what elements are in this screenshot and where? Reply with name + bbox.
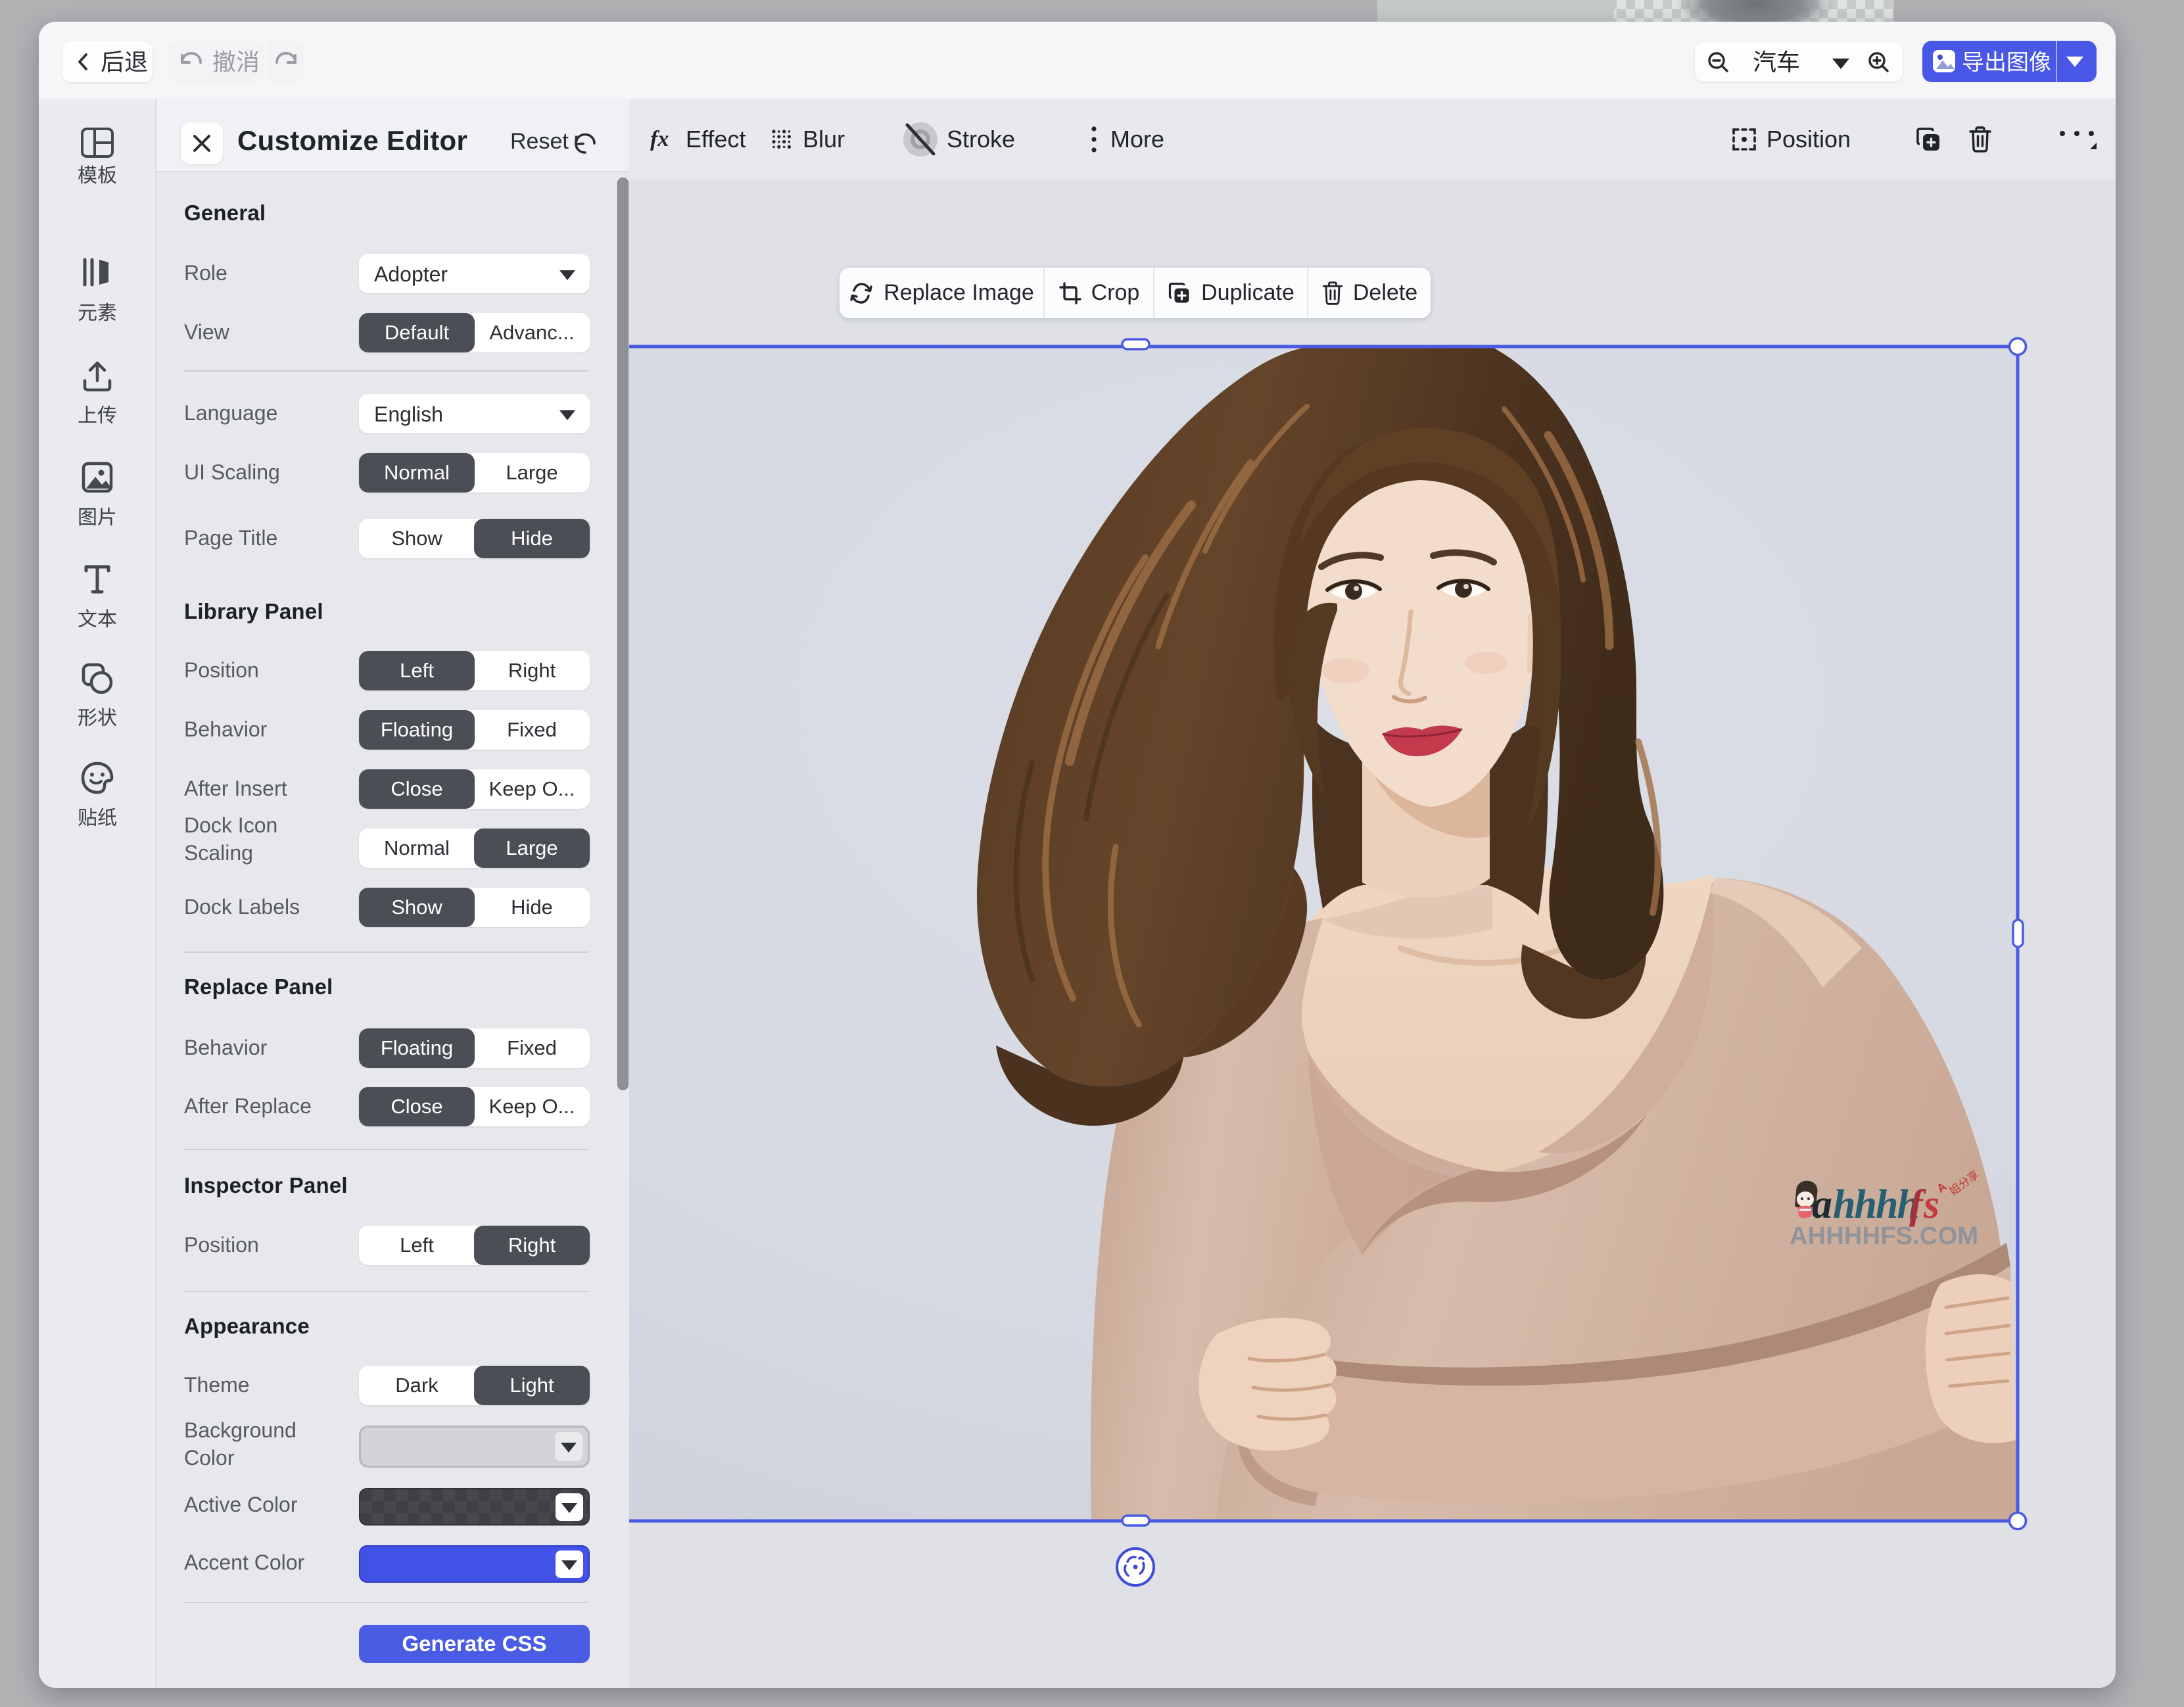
svg-text:fx: fx [650,127,669,151]
